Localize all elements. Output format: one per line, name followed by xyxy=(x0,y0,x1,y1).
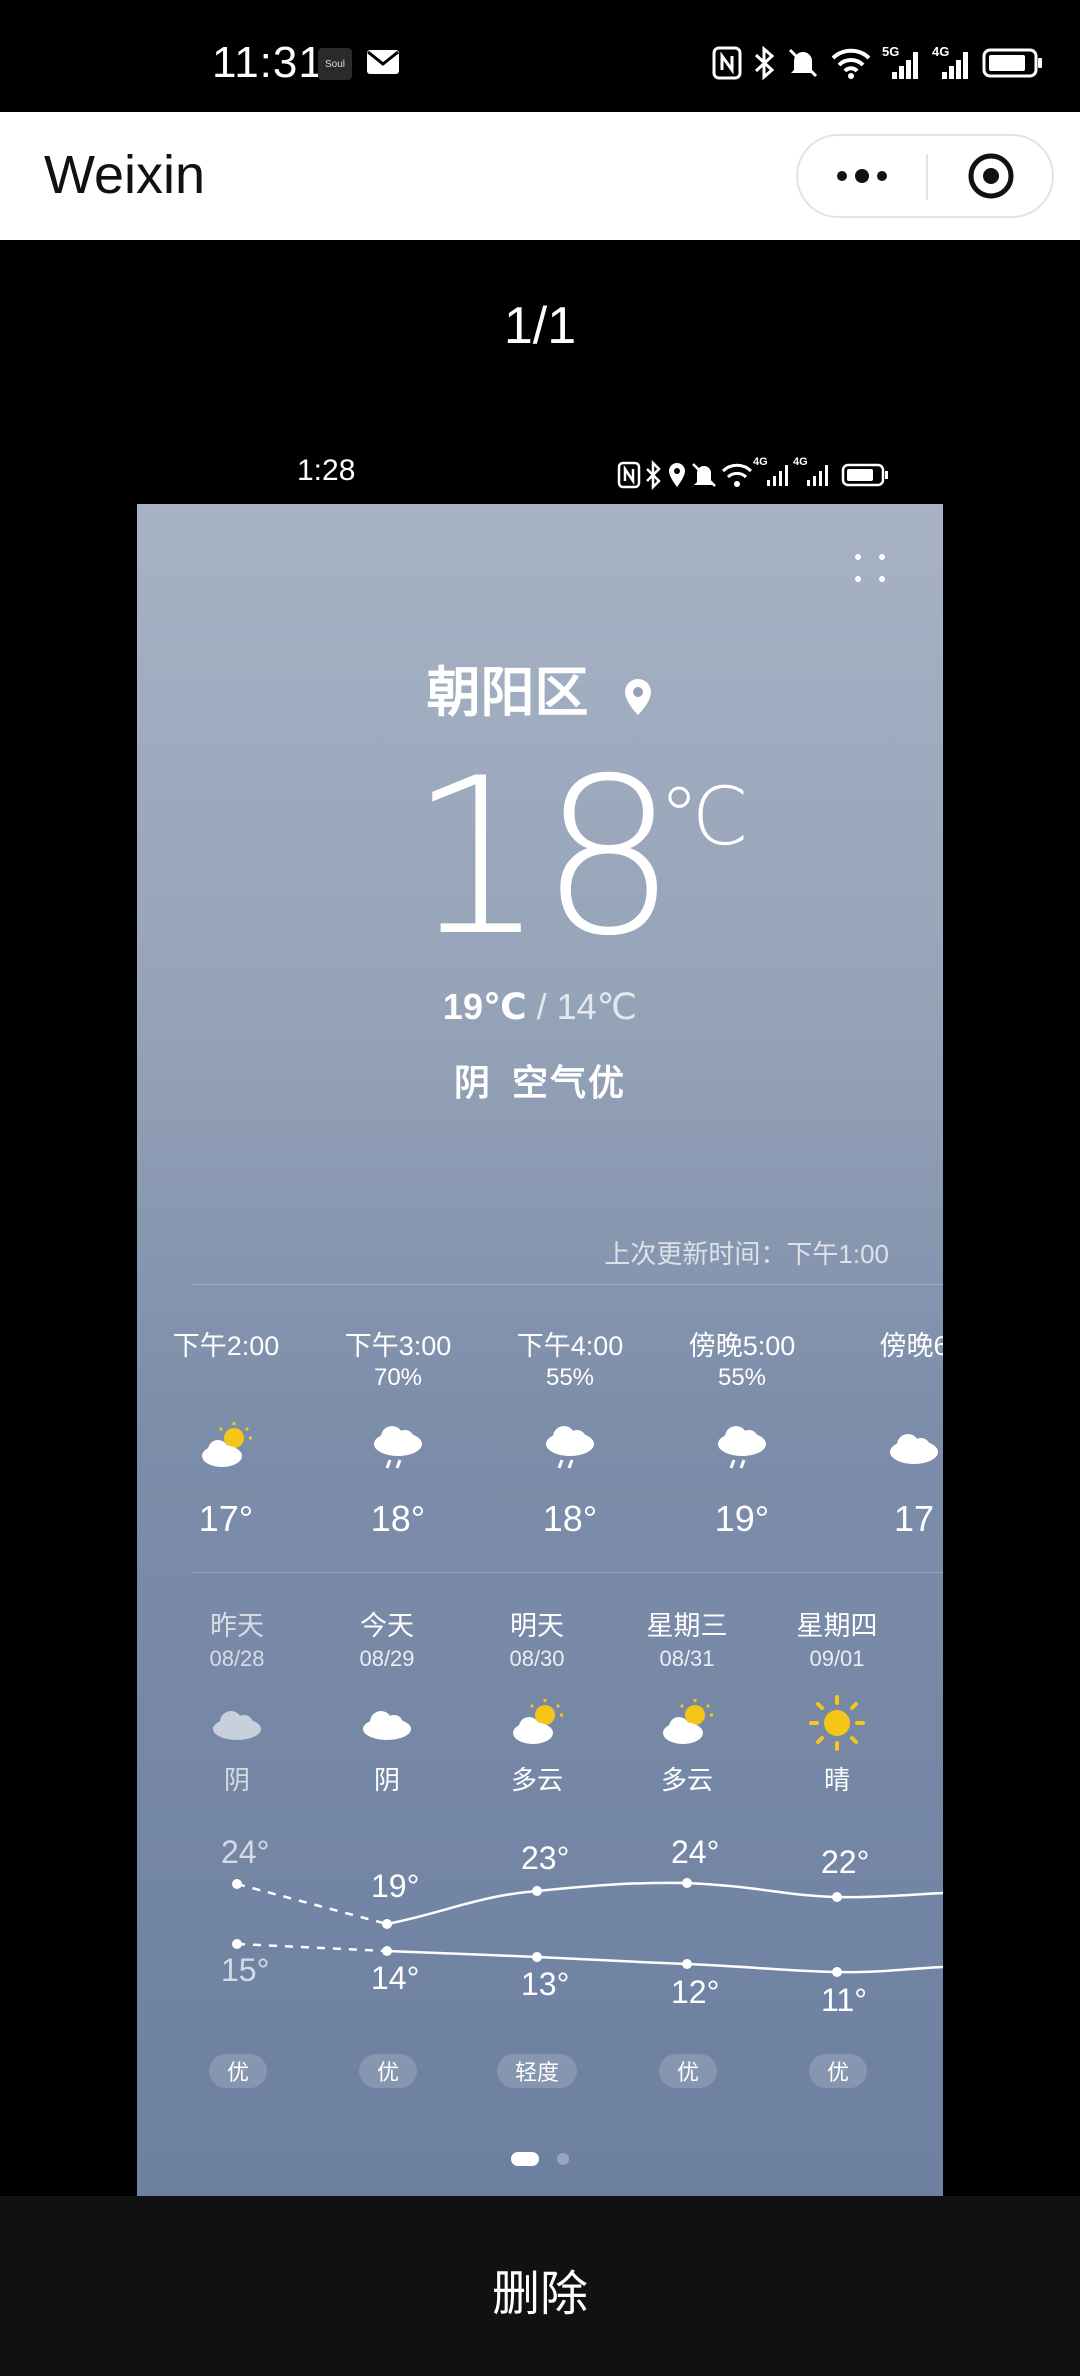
screenshot-time: 1:28 xyxy=(297,454,356,487)
rain-cloud-icon xyxy=(546,1426,594,1469)
screenshot-net2: 4G xyxy=(793,456,808,468)
divider xyxy=(193,1572,943,1573)
close-mini-program-button[interactable] xyxy=(928,136,1054,216)
location-pin-icon xyxy=(624,678,651,715)
mini-program-capsule xyxy=(796,134,1054,218)
low-temp-label: 13° xyxy=(521,1966,570,2002)
low-temp-point xyxy=(532,1952,542,1962)
screenshot-net1: 4G xyxy=(753,456,768,468)
daily-item: 星期四 09/01 晴 xyxy=(796,1611,878,1795)
bottom-action-bar: 删除 xyxy=(0,2196,1080,2376)
aqi-badge: 优 xyxy=(659,2054,717,2088)
high-temp-point xyxy=(832,1892,842,1902)
rain-cloud-icon xyxy=(374,1426,422,1469)
battery-icon xyxy=(982,48,1042,78)
daily-item: 昨天 08/28 阴 xyxy=(209,1611,265,1795)
hourly-item: 下午4:00 55% 18° xyxy=(516,1331,624,1539)
aqi-badge: 轻度 xyxy=(497,2054,577,2088)
screenshot-status-bar: 1:28 4G 4G xyxy=(137,448,943,504)
aqi-badge: 优 xyxy=(359,2054,417,2088)
hourly-item: 下午2:00 17° xyxy=(172,1331,280,1539)
high-temp-point xyxy=(232,1879,242,1889)
wifi-icon xyxy=(831,48,871,79)
system-status-icons: 5G 4G xyxy=(712,44,1044,80)
daily-item: 星期三 08/31 多云 xyxy=(646,1611,728,1795)
high-temp-line xyxy=(386,1881,943,1926)
daily-item: 今天 08/29 阴 xyxy=(359,1611,415,1795)
high-temp-label: 24° xyxy=(221,1834,270,1870)
status-time: 11:31 xyxy=(212,38,324,87)
low-temp-point xyxy=(682,1959,692,1969)
soul-app-icon: Soul xyxy=(318,48,352,80)
delete-button[interactable]: 删除 xyxy=(0,2254,1080,2324)
cloud-icon xyxy=(213,1711,261,1740)
bluetooth-icon xyxy=(754,46,775,80)
more-button[interactable] xyxy=(798,136,926,216)
location-title: 朝阳区 xyxy=(137,648,943,727)
aqi-badge: 优 xyxy=(209,2054,267,2088)
cloud-icon xyxy=(890,1434,938,1464)
weather-condition: 阴 xyxy=(453,1062,492,1103)
high-temp-label: 24° xyxy=(671,1834,720,1870)
status-bar: 11:31 Soul 5G 4G xyxy=(0,0,1080,112)
card-menu-icon xyxy=(851,550,891,590)
page-indicator-active xyxy=(511,2152,539,2166)
hourly-item: 下午3:00 70% 18° xyxy=(344,1331,452,1539)
5g-signal-icon: 5G xyxy=(882,44,922,80)
low-temp-line-yesterday xyxy=(236,1942,388,1953)
daily-item: 明天 08/30 多云 xyxy=(462,1604,612,1797)
cloud-icon xyxy=(363,1711,411,1740)
high-temp-line-yesterday xyxy=(236,1882,388,1926)
low-temp-point xyxy=(232,1939,242,1949)
partly-sunny-icon xyxy=(202,1422,252,1467)
page-title: Weixin xyxy=(44,145,206,205)
hourly-item: 傍晚6 17 xyxy=(879,1331,943,1539)
divider xyxy=(193,1284,943,1285)
title-bar: Weixin xyxy=(0,112,1080,240)
nfc-icon xyxy=(712,46,742,80)
low-temp-label: 12° xyxy=(671,1974,720,2010)
current-temperature: 18 xyxy=(408,732,678,983)
low-temp-label: 14° xyxy=(371,1960,420,1996)
mute-icon xyxy=(788,48,818,78)
temperature-range: 19℃ / 14℃ xyxy=(442,986,638,1027)
temperature-unit: ℃ xyxy=(659,772,749,861)
high-temp-point xyxy=(682,1878,692,1888)
aqi-badge: 优 xyxy=(809,2054,867,2088)
condition-summary: 阴空气优 xyxy=(137,1054,943,1106)
low-temp-point xyxy=(382,1946,392,1956)
update-time: 上次更新时间：下午1:00 xyxy=(604,1239,889,1269)
hourly-item: 傍晚5:00 55% 19° xyxy=(688,1331,796,1539)
high-temp-label: 19° xyxy=(371,1868,420,1904)
partly-sunny-icon xyxy=(663,1699,713,1744)
high-temp-point xyxy=(382,1919,392,1929)
mail-icon xyxy=(367,50,399,74)
weather-screenshot[interactable]: 朝阳区 18 ℃ 19℃ / 14℃ 阴空气优 上次更新时间：下午1:00 下午… xyxy=(137,504,943,2196)
more-dots-icon xyxy=(837,169,887,183)
4g-signal-icon: 4G xyxy=(932,44,972,80)
high-temp-label: 22° xyxy=(821,1844,870,1880)
low-temp-label: 11° xyxy=(821,1982,868,2018)
high-temp-label: 23° xyxy=(521,1840,570,1876)
air-quality: 空气优 xyxy=(512,1062,627,1103)
screenshot-status-icons: 4G 4G xyxy=(617,456,907,495)
partly-sunny-icon xyxy=(513,1699,563,1744)
target-close-icon xyxy=(968,153,1014,199)
low-temp-label: 15° xyxy=(221,1952,270,1988)
sun-icon xyxy=(809,1695,865,1751)
high-temp-point xyxy=(532,1886,542,1896)
low-temp-line xyxy=(386,1949,943,1974)
page-indicator xyxy=(557,2153,569,2165)
low-temp-point xyxy=(832,1967,842,1977)
rain-cloud-icon xyxy=(718,1426,766,1469)
notification-icons: Soul xyxy=(318,48,400,80)
image-counter: 1/1 xyxy=(503,297,577,355)
